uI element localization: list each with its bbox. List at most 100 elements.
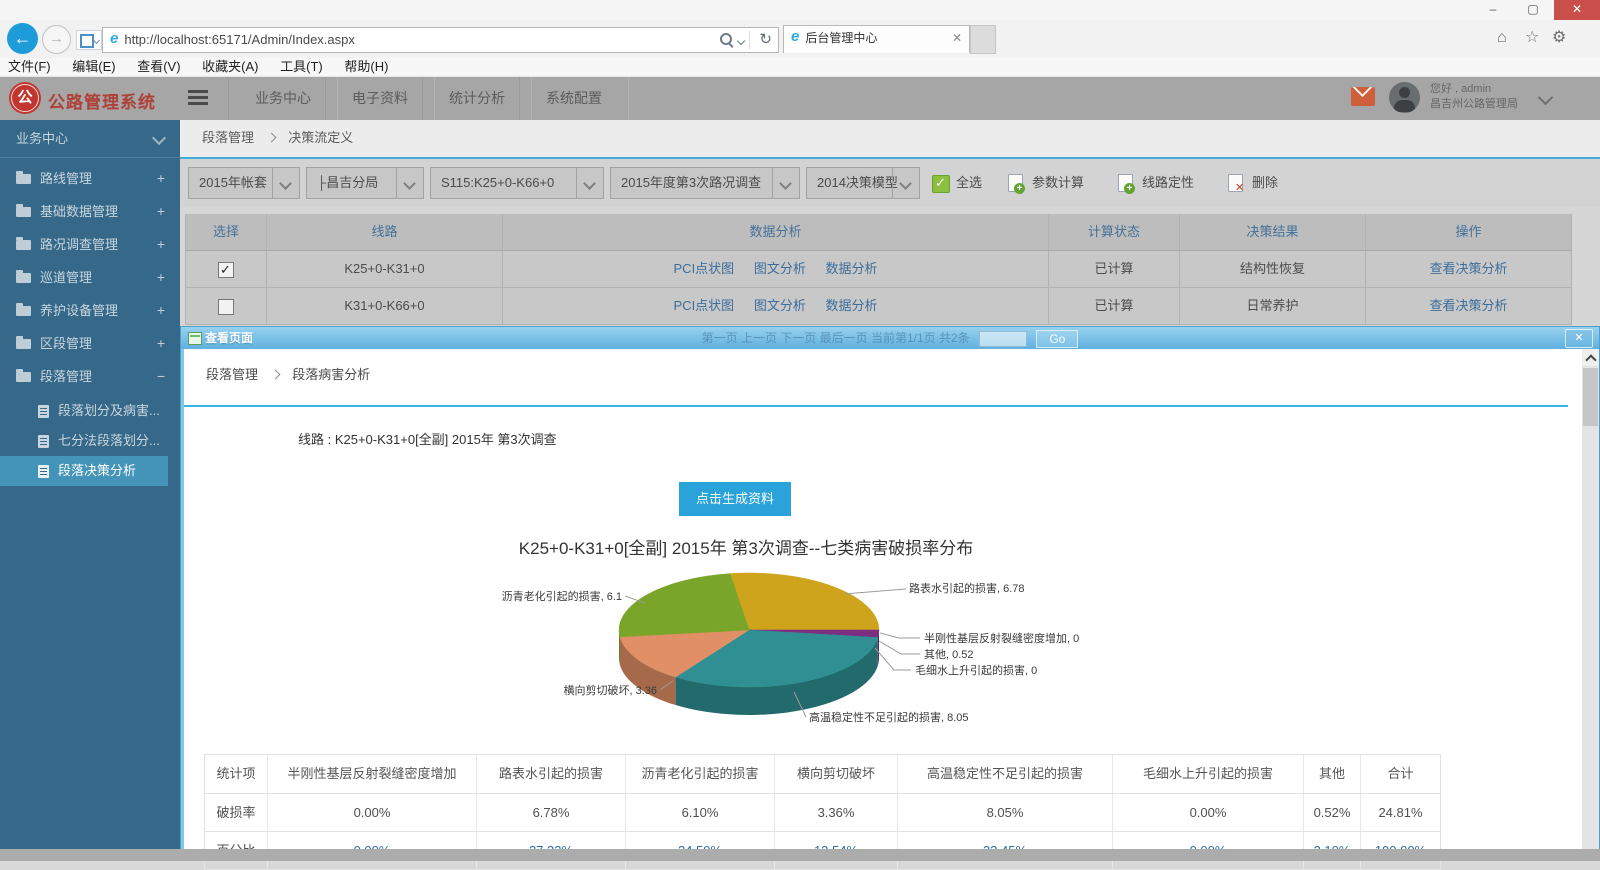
menu-help[interactable]: 帮助(H) bbox=[344, 58, 388, 75]
sidebar-item-road-survey[interactable]: 路况调查管理+ bbox=[0, 228, 180, 261]
search-icon[interactable] bbox=[720, 33, 732, 45]
sidebar-section-business-center[interactable]: 业务中心 bbox=[0, 120, 180, 158]
org-text: 昌吉州公路管理局 bbox=[1430, 97, 1518, 112]
dropdown-arrow-icon[interactable] bbox=[576, 168, 603, 198]
search-dropdown-icon[interactable] bbox=[737, 37, 745, 45]
breadcrumb-parent[interactable]: 段落管理 bbox=[202, 130, 254, 145]
dropdown-survey[interactable]: 2015年度第3次路况调查 bbox=[610, 167, 800, 199]
table-row: K25+0-K31+0 PCI点状图 图文分析 数据分析 已计算 结构性恢复 查… bbox=[185, 251, 1572, 288]
data-analysis-link[interactable]: 数据分析 bbox=[825, 261, 877, 276]
parameter-calc-button[interactable]: +参数计算 bbox=[1008, 169, 1084, 197]
settings-gear-icon[interactable]: ⚙ bbox=[1552, 28, 1566, 48]
menu-favorites[interactable]: 收藏夹(A) bbox=[202, 58, 258, 75]
graphic-analysis-link[interactable]: 图文分析 bbox=[754, 261, 806, 276]
pci-dot-chart-link[interactable]: PCI点状图 bbox=[674, 261, 735, 276]
home-icon[interactable]: ⌂ bbox=[1497, 28, 1507, 48]
view-decision-link[interactable]: 查看决策分析 bbox=[1429, 261, 1507, 276]
nav-electronic-data[interactable]: 电子资料 bbox=[325, 76, 435, 120]
graphic-analysis-link[interactable]: 图文分析 bbox=[754, 298, 806, 313]
modal-scrollbar[interactable] bbox=[1582, 349, 1599, 852]
pie-chart: 路表水引起的损害, 6.78半刚性基层反射裂缝密度增加, 0其他, 0.52毛细… bbox=[459, 562, 1099, 740]
pci-dot-chart-link[interactable]: PCI点状图 bbox=[674, 298, 735, 313]
expand-icon[interactable]: + bbox=[157, 294, 165, 327]
delete-button[interactable]: ✕删除 bbox=[1228, 169, 1278, 197]
refresh-icon[interactable]: ↻ bbox=[759, 29, 772, 51]
breadcrumb-separator-icon bbox=[266, 133, 276, 143]
breadcrumb-current: 决策流定义 bbox=[288, 130, 353, 145]
pie-slice bbox=[730, 573, 879, 630]
nav-statistics[interactable]: 统计分析 bbox=[422, 76, 532, 120]
sidebar-item-patrol-mgmt[interactable]: 巡道管理+ bbox=[0, 261, 180, 294]
expand-icon[interactable]: + bbox=[157, 261, 165, 294]
dropdown-arrow-icon[interactable] bbox=[396, 168, 423, 198]
modal-close-icon[interactable]: ✕ bbox=[1565, 329, 1593, 348]
result-cell: 日常养护 bbox=[1180, 288, 1366, 324]
ie-icon: e bbox=[103, 28, 124, 50]
pie-label-line bbox=[875, 648, 911, 670]
checkbox-checked-icon bbox=[932, 175, 950, 193]
dropdown-decision-model[interactable]: 2014决策模型 bbox=[806, 167, 920, 199]
maximize-icon[interactable]: ▢ bbox=[1516, 0, 1550, 20]
dropdown-account-year[interactable]: 2015年帐套 bbox=[188, 167, 300, 199]
nav-business-center[interactable]: 业务中心 bbox=[228, 76, 338, 120]
compatibility-icon[interactable] bbox=[76, 30, 102, 50]
modal-titlebar: 第一页 上一页 下一页 最后一页 当前第1/1页 共2条 Go 查看页面 ✕ bbox=[181, 327, 1599, 349]
menu-edit[interactable]: 编辑(E) bbox=[72, 58, 115, 75]
new-tab-button[interactable] bbox=[970, 25, 996, 54]
minimize-icon[interactable]: – bbox=[1476, 0, 1510, 20]
modal-body: 段落管理 段落病害分析 线路 : K25+0-K31+0[全副] 2015年 第… bbox=[181, 349, 1599, 852]
user-info: 您好 , admin 昌吉州公路管理局 bbox=[1430, 82, 1518, 112]
dropdown-route[interactable]: S115:K25+0-K66+0 bbox=[430, 167, 604, 199]
menu-tools[interactable]: 工具(T) bbox=[280, 58, 323, 75]
favorites-star-icon[interactable]: ☆ bbox=[1525, 28, 1539, 48]
scroll-up-icon[interactable] bbox=[1582, 349, 1599, 366]
select-all-button[interactable]: 全选 bbox=[932, 169, 982, 197]
sidebar-item-maintenance-equipment[interactable]: 养护设备管理+ bbox=[0, 294, 180, 327]
sidebar-item-section-mgmt[interactable]: 区段管理+ bbox=[0, 327, 180, 360]
sidebar-item-paragraph-mgmt[interactable]: 段落管理− bbox=[0, 360, 180, 393]
menu-file[interactable]: 文件(F) bbox=[8, 58, 51, 75]
sidebar-subitem-paragraph-division[interactable]: 段落划分及病害... bbox=[0, 396, 180, 426]
dropdown-branch[interactable]: ├昌吉分局 bbox=[306, 167, 424, 199]
sidebar-subitem-seven-method[interactable]: 七分法段落划分... bbox=[0, 426, 180, 456]
dropdown-arrow-icon[interactable] bbox=[772, 168, 799, 198]
dropdown-arrow-icon[interactable] bbox=[272, 168, 299, 198]
document-delete-icon: ✕ bbox=[1228, 174, 1243, 192]
generate-data-button[interactable]: 点击生成资料 bbox=[679, 482, 791, 516]
row-checkbox[interactable] bbox=[218, 262, 234, 278]
expand-icon[interactable]: + bbox=[157, 162, 165, 195]
menu-view[interactable]: 查看(V) bbox=[137, 58, 180, 75]
browser-chrome: ← → ehttp://localhost:65171/Admin/Index.… bbox=[0, 20, 1600, 58]
url-text[interactable]: http://localhost:65171/Admin/Index.aspx bbox=[124, 32, 355, 47]
sidebar: 业务中心 路线管理+ 基础数据管理+ 路况调查管理+ 巡道管理+ 养护设备管理+… bbox=[0, 120, 180, 851]
expand-icon[interactable]: + bbox=[157, 195, 165, 228]
modal-breadcrumb-parent[interactable]: 段落管理 bbox=[206, 367, 258, 382]
sidebar-subitem-decision-analysis[interactable]: 段落决策分析 bbox=[0, 456, 168, 486]
col-actions: 操作 bbox=[1366, 214, 1572, 250]
forward-button[interactable]: → bbox=[42, 25, 71, 54]
hamburger-icon[interactable] bbox=[188, 90, 208, 106]
col-calc-status: 计算状态 bbox=[1049, 214, 1180, 250]
mail-icon[interactable] bbox=[1351, 87, 1375, 106]
route-qualitative-button[interactable]: +线路定性 bbox=[1118, 169, 1194, 197]
browser-tab[interactable]: e后台管理中心 ✕ bbox=[783, 25, 970, 53]
collapse-icon[interactable]: − bbox=[157, 360, 165, 393]
nav-system-config[interactable]: 系统配置 bbox=[519, 76, 629, 120]
expand-icon[interactable]: + bbox=[157, 327, 165, 360]
tab-close-icon[interactable]: ✕ bbox=[952, 26, 962, 51]
data-analysis-link[interactable]: 数据分析 bbox=[825, 298, 877, 313]
scrollbar-thumb[interactable] bbox=[1583, 368, 1598, 426]
expand-icon[interactable]: + bbox=[157, 228, 165, 261]
view-decision-link[interactable]: 查看决策分析 bbox=[1429, 298, 1507, 313]
sidebar-item-basic-data[interactable]: 基础数据管理+ bbox=[0, 195, 180, 228]
user-chevron-icon[interactable] bbox=[1538, 90, 1554, 106]
dropdown-arrow-icon[interactable] bbox=[892, 168, 919, 198]
address-bar[interactable]: ehttp://localhost:65171/Admin/Index.aspx… bbox=[102, 27, 779, 53]
sidebar-item-route-mgmt[interactable]: 路线管理+ bbox=[0, 162, 180, 195]
folder-icon bbox=[16, 306, 31, 316]
close-icon[interactable]: ✕ bbox=[1554, 0, 1600, 20]
avatar[interactable] bbox=[1389, 82, 1420, 113]
line-cell: K31+0-K66+0 bbox=[267, 288, 503, 324]
row-checkbox[interactable] bbox=[218, 299, 234, 315]
back-button[interactable]: ← bbox=[7, 23, 38, 54]
